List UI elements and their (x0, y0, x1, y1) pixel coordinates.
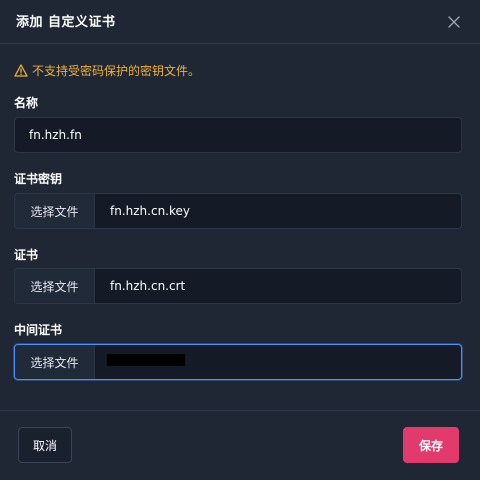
name-input[interactable]: fn.hzh.fn (14, 117, 462, 153)
key-file-field[interactable]: 选择文件 fn.hzh.cn.key (14, 193, 462, 229)
warning-icon (14, 63, 28, 77)
close-icon (448, 16, 460, 28)
cert-file-name: fn.hzh.cn.crt (110, 279, 186, 293)
chain-label: 中间证书 (14, 323, 63, 337)
chain-file-field[interactable]: 选择文件 (14, 344, 462, 380)
save-button[interactable]: 保存 (403, 427, 459, 463)
dialog-header: 添加 自定义证书 (0, 0, 480, 44)
warning-text: 不支持受密码保护的密钥文件。 (32, 63, 201, 78)
key-choose-file-button[interactable]: 选择文件 (15, 194, 95, 228)
dialog-title: 添加 自定义证书 (16, 15, 116, 30)
name-input-value: fn.hzh.fn (29, 128, 82, 142)
dialog-footer: 取消 保存 (0, 410, 480, 480)
chain-choose-file-button[interactable]: 选择文件 (15, 345, 95, 379)
cert-file-field[interactable]: 选择文件 fn.hzh.cn.crt (14, 268, 462, 304)
cancel-button[interactable]: 取消 (18, 427, 72, 463)
key-file-name: fn.hzh.cn.key (110, 204, 190, 218)
chain-file-name-redacted (107, 354, 185, 366)
close-button[interactable] (444, 12, 464, 32)
cert-choose-file-button[interactable]: 选择文件 (15, 269, 95, 303)
add-certificate-dialog: 添加 自定义证书 不支持受密码保护的密钥文件。 名称 fn.hzh.fn 证书密… (0, 0, 480, 480)
warning-message: 不支持受密码保护的密钥文件。 (14, 61, 200, 79)
cert-label: 证书 (14, 248, 39, 262)
key-label: 证书密钥 (14, 172, 63, 186)
name-label: 名称 (14, 96, 39, 110)
